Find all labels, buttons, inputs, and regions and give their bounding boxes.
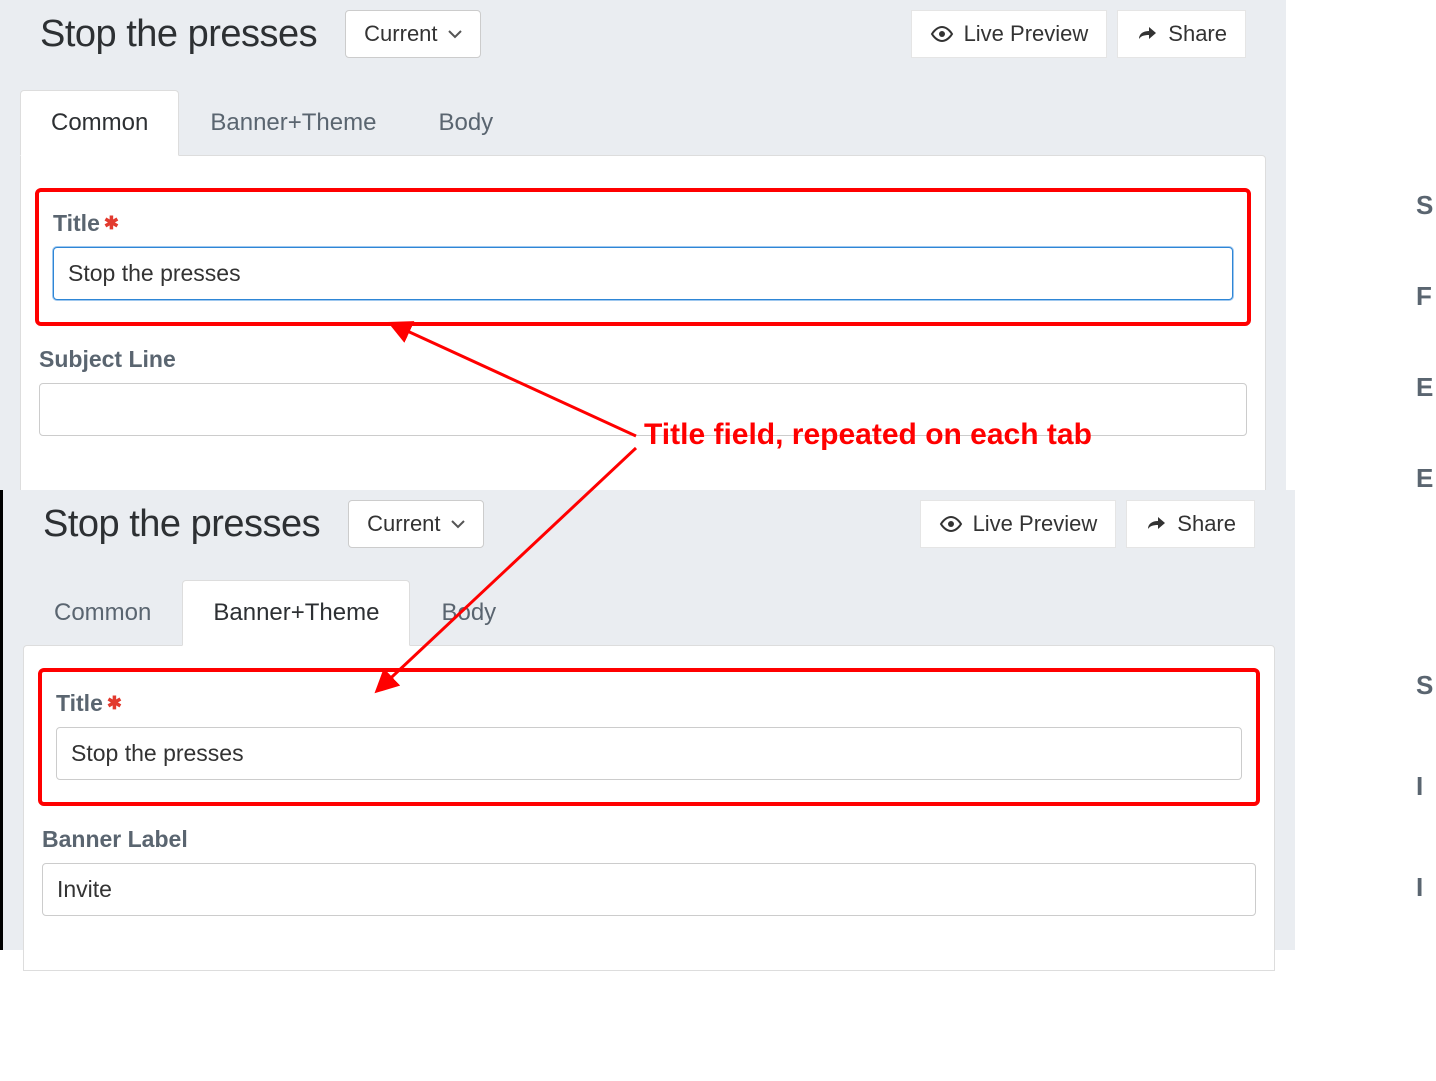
page-title: Stop the presses (40, 13, 317, 56)
annotation-highlight-bottom: Title✱ (38, 668, 1260, 806)
header-actions: Live Preview Share (911, 10, 1246, 58)
version-label: Current (364, 21, 437, 47)
editor-panel-common: Stop the presses Current Live Preview Sh… (0, 0, 1286, 490)
banner-label-input[interactable] (42, 863, 1256, 916)
share-button[interactable]: Share (1117, 10, 1246, 58)
chevron-down-icon (451, 519, 465, 529)
sidebar-peek-top: S F E E (1412, 190, 1436, 480)
header: Stop the presses Current Live Preview Sh… (0, 0, 1286, 66)
required-asterisk: ✱ (107, 693, 122, 713)
required-asterisk: ✱ (104, 213, 119, 233)
page-title: Stop the presses (43, 503, 320, 546)
chevron-down-icon (448, 29, 462, 39)
version-dropdown[interactable]: Current (345, 10, 480, 58)
tab-banner-theme[interactable]: Banner+Theme (179, 90, 407, 155)
tabs-bottom: Common Banner+Theme Body (3, 580, 1295, 645)
title-label: Title✱ (56, 690, 1242, 717)
title-input[interactable] (56, 727, 1242, 780)
editor-panel-banner: Stop the presses Current Live Preview Sh… (0, 490, 1295, 950)
live-preview-button[interactable]: Live Preview (911, 10, 1108, 58)
tab-body[interactable]: Body (407, 90, 524, 155)
version-label: Current (367, 511, 440, 537)
tab-body[interactable]: Body (410, 580, 527, 645)
form-banner-theme: Title✱ Banner Label (23, 645, 1275, 971)
title-field-group: Title✱ (56, 690, 1242, 780)
share-icon (1136, 25, 1158, 43)
header: Stop the presses Current Live Preview Sh… (3, 490, 1295, 556)
title-label: Title✱ (53, 210, 1233, 237)
live-preview-button[interactable]: Live Preview (920, 500, 1117, 548)
tab-common[interactable]: Common (23, 580, 182, 645)
header-actions: Live Preview Share (920, 500, 1255, 548)
share-icon (1145, 515, 1167, 533)
tab-common[interactable]: Common (20, 90, 179, 156)
eye-icon (930, 26, 954, 42)
tabs-top: Common Banner+Theme Body (0, 90, 1286, 155)
banner-label-field-group: Banner Label (42, 826, 1256, 916)
eye-icon (939, 516, 963, 532)
live-preview-label: Live Preview (964, 21, 1089, 47)
share-button[interactable]: Share (1126, 500, 1255, 548)
version-dropdown[interactable]: Current (348, 500, 483, 548)
share-label: Share (1177, 511, 1236, 537)
banner-label-label: Banner Label (42, 826, 1256, 853)
sidebar-peek-bottom: S I I (1412, 670, 1436, 970)
tab-banner-theme[interactable]: Banner+Theme (182, 580, 410, 646)
title-field-group: Title✱ (53, 210, 1233, 300)
share-label: Share (1168, 21, 1227, 47)
annotation-highlight-top: Title✱ (35, 188, 1251, 326)
annotation-callout: Title field, repeated on each tab (644, 418, 1092, 452)
subject-label: Subject Line (39, 346, 1247, 373)
title-input[interactable] (53, 247, 1233, 300)
live-preview-label: Live Preview (973, 511, 1098, 537)
